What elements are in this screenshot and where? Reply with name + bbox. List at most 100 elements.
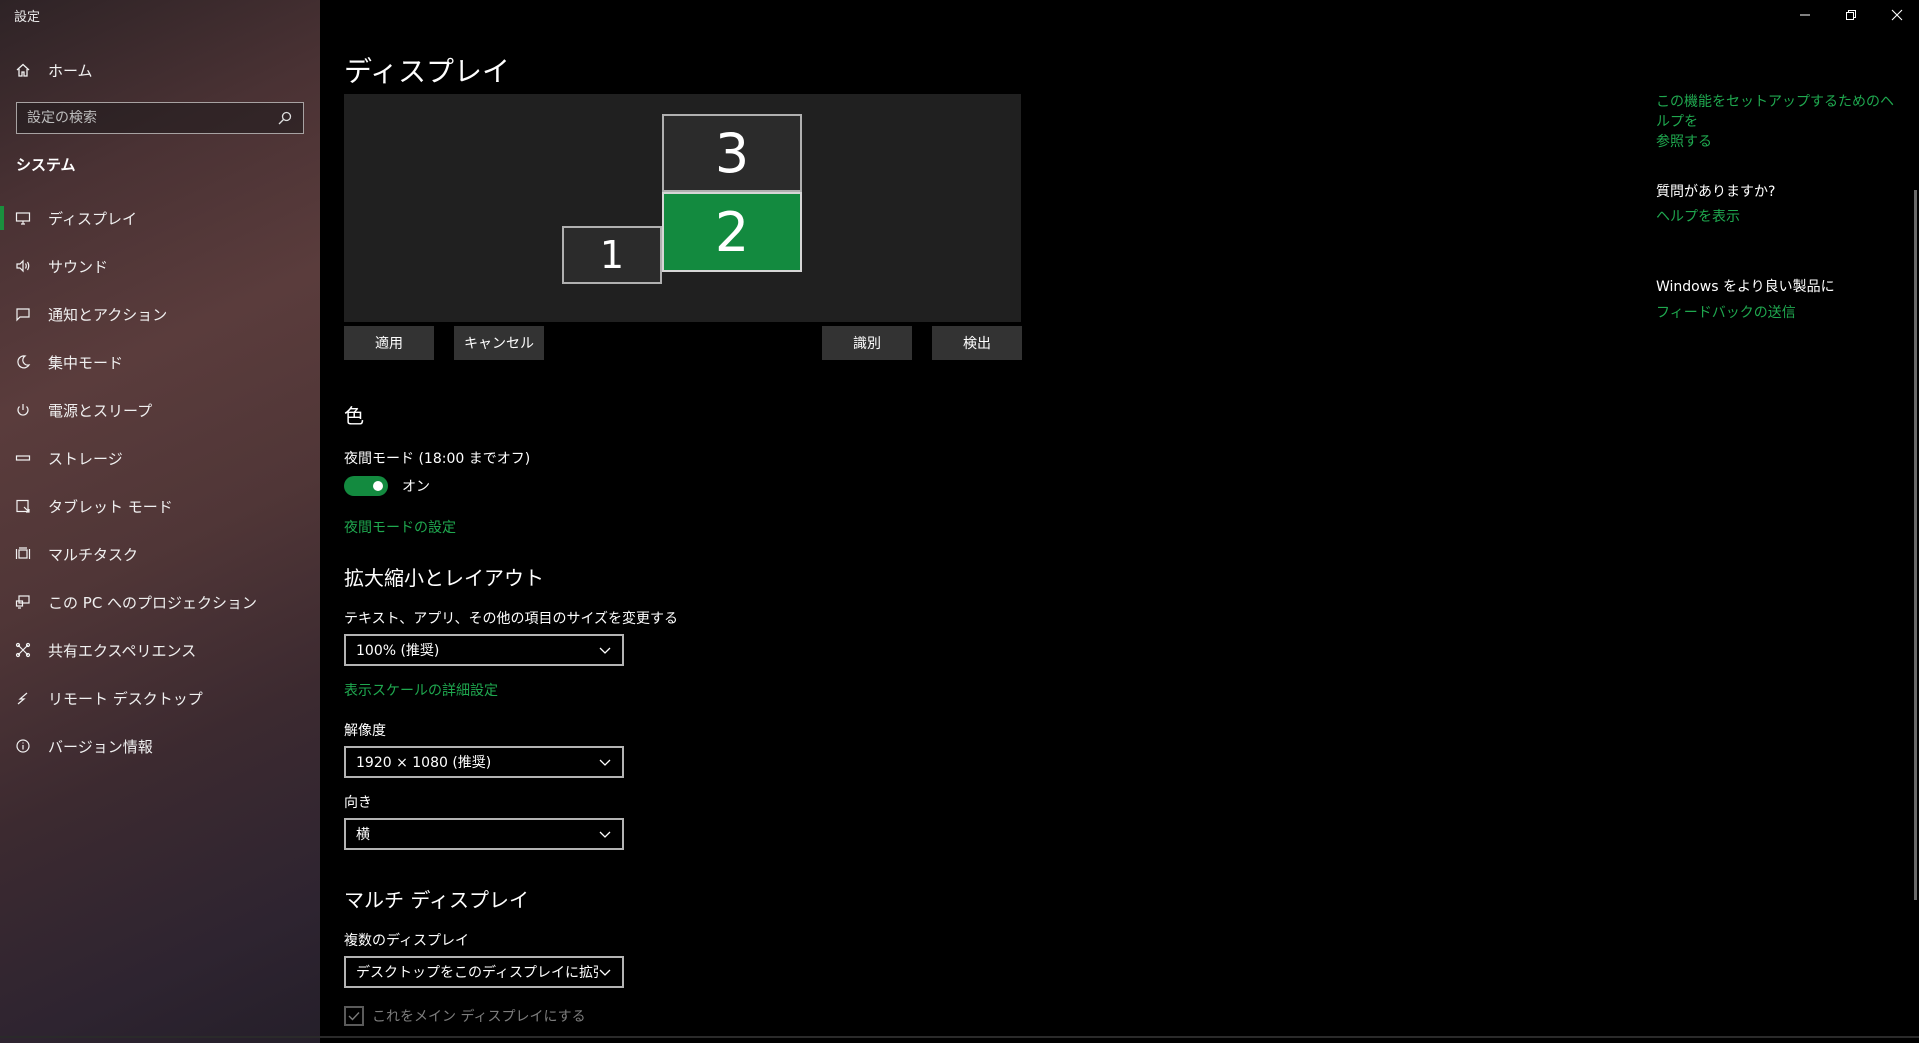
home-nav-item[interactable]: ホーム xyxy=(14,58,93,82)
night-light-toggle[interactable] xyxy=(344,476,388,496)
night-light-state: オン xyxy=(402,479,430,495)
orientation-dropdown-value: 横 xyxy=(356,827,370,843)
sidebar-item-notifications[interactable]: 通知とアクション xyxy=(0,290,320,338)
minimize-icon xyxy=(1799,6,1811,25)
chevron-down-icon xyxy=(598,827,612,841)
monitor-tile-3[interactable]: 3 xyxy=(662,114,802,192)
night-light-settings-link[interactable]: 夜間モードの設定 xyxy=(344,517,456,537)
main-display-label: これをメイン ディスプレイにする xyxy=(372,1009,586,1025)
monitor-tile-1[interactable]: 1 xyxy=(562,226,662,284)
moon-icon xyxy=(14,353,32,371)
sidebar-item-remote-desktop[interactable]: リモート デスクトップ xyxy=(0,674,320,722)
question-heading: 質問がありますか? xyxy=(1656,184,1776,200)
main-display-checkbox[interactable] xyxy=(344,1006,364,1026)
projection-icon xyxy=(14,593,32,611)
multiple-displays-dropdown-value: デスクトップをこのディスプレイに拡張する xyxy=(356,965,598,981)
sidebar-item-about[interactable]: バージョン情報 xyxy=(0,722,320,770)
color-heading: 色 xyxy=(344,404,364,428)
chevron-down-icon xyxy=(598,965,612,979)
display-arrangement-area[interactable]: 3 2 1 xyxy=(344,94,1021,322)
main-content: ディスプレイ 3 2 1 適用 キャンセル 識別 検出 色 夜間モード (18:… xyxy=(320,0,1919,1043)
cancel-button[interactable]: キャンセル xyxy=(454,326,544,360)
multitask-icon xyxy=(14,545,32,563)
sidebar-item-label: 集中モード xyxy=(48,353,124,372)
setup-help-link-line1: この機能をセットアップするためのヘルプを xyxy=(1656,94,1894,130)
close-button[interactable] xyxy=(1874,0,1919,30)
sidebar-item-power-sleep[interactable]: 電源とスリープ xyxy=(0,386,320,434)
storage-icon xyxy=(14,449,32,467)
restore-icon xyxy=(1845,6,1857,25)
sidebar-item-label: タブレット モード xyxy=(48,497,173,516)
sidebar-nav-list: ディスプレイ サウンド 通知とアクション 集中モード 電源とスリープ ストレージ… xyxy=(0,194,320,770)
toggle-knob xyxy=(373,481,383,491)
message-icon xyxy=(14,305,32,323)
sidebar-item-multitasking[interactable]: マルチタスク xyxy=(0,530,320,578)
sidebar-item-label: リモート デスクトップ xyxy=(48,689,203,708)
monitor-icon xyxy=(14,209,32,227)
scale-dropdown-value: 100% (推奨) xyxy=(356,643,440,659)
app-title: 設定 xyxy=(14,10,41,25)
sidebar-item-label: ディスプレイ xyxy=(48,209,137,228)
sidebar-item-display[interactable]: ディスプレイ xyxy=(0,194,320,242)
scale-dropdown[interactable]: 100% (推奨) xyxy=(344,634,624,666)
get-help-link[interactable]: ヘルプを表示 xyxy=(1656,207,1740,227)
orientation-dropdown[interactable]: 横 xyxy=(344,818,624,850)
resolution-dropdown-value: 1920 × 1080 (推奨) xyxy=(356,755,492,771)
monitor-number: 2 xyxy=(714,200,750,264)
multiple-displays-dropdown[interactable]: デスクトップをこのディスプレイに拡張する xyxy=(344,956,624,988)
monitor-number: 3 xyxy=(714,121,750,185)
sidebar-item-shared-experiences[interactable]: 共有エクスペリエンス xyxy=(0,626,320,674)
sidebar-item-label: この PC へのプロジェクション xyxy=(48,593,258,612)
shared-icon xyxy=(14,641,32,659)
main-display-checkbox-row: これをメイン ディスプレイにする xyxy=(344,1006,586,1026)
feedback-heading: Windows をより良い製品に xyxy=(1656,279,1835,295)
sidebar-item-label: 通知とアクション xyxy=(48,305,168,324)
restore-button[interactable] xyxy=(1828,0,1874,30)
remote-icon xyxy=(14,689,32,707)
sidebar-item-label: 電源とスリープ xyxy=(48,401,153,420)
send-feedback-link[interactable]: フィードバックの送信 xyxy=(1656,303,1796,323)
multi-display-heading: マルチ ディスプレイ xyxy=(344,888,529,912)
home-icon xyxy=(14,61,32,79)
monitor-number: 1 xyxy=(599,233,625,277)
info-icon xyxy=(14,737,32,755)
home-label: ホーム xyxy=(48,61,93,80)
sidebar-item-focus-assist[interactable]: 集中モード xyxy=(0,338,320,386)
search-icon[interactable] xyxy=(277,110,293,126)
setup-help-link[interactable]: この機能をセットアップするためのヘルプを 参照する xyxy=(1656,92,1896,152)
sidebar-item-sound[interactable]: サウンド xyxy=(0,242,320,290)
apply-button[interactable]: 適用 xyxy=(344,326,434,360)
sidebar-item-label: バージョン情報 xyxy=(48,737,153,756)
sidebar-item-projection[interactable]: この PC へのプロジェクション xyxy=(0,578,320,626)
resolution-label: 解像度 xyxy=(344,723,386,739)
chevron-down-icon xyxy=(598,755,612,769)
sidebar-item-tablet-mode[interactable]: タブレット モード xyxy=(0,482,320,530)
scale-layout-heading: 拡大縮小とレイアウト xyxy=(344,566,544,590)
sidebar-item-label: 共有エクスペリエンス xyxy=(48,641,197,660)
settings-search-box[interactable] xyxy=(16,102,304,134)
minimize-button[interactable] xyxy=(1782,0,1828,30)
advanced-scaling-link[interactable]: 表示スケールの詳細設定 xyxy=(344,680,498,700)
settings-search-input[interactable] xyxy=(27,110,277,126)
sidebar-item-label: マルチタスク xyxy=(48,545,139,564)
tablet-icon xyxy=(14,497,32,515)
setup-help-link-line2: 参照する xyxy=(1656,134,1712,150)
vertical-scrollbar[interactable] xyxy=(1914,190,1917,900)
resolution-dropdown[interactable]: 1920 × 1080 (推奨) xyxy=(344,746,624,778)
identify-button[interactable]: 識別 xyxy=(822,326,912,360)
scale-size-label: テキスト、アプリ、その他の項目のサイズを変更する xyxy=(344,611,679,627)
sidebar-item-label: サウンド xyxy=(48,257,109,276)
night-light-label: 夜間モード (18:00 までオフ) xyxy=(344,451,531,467)
speaker-icon xyxy=(14,257,32,275)
power-icon xyxy=(14,401,32,419)
multiple-displays-label: 複数のディスプレイ xyxy=(344,933,470,949)
section-heading-system: システム xyxy=(16,156,76,174)
page-title: ディスプレイ xyxy=(344,55,511,88)
detect-button[interactable]: 検出 xyxy=(932,326,1022,360)
orientation-label: 向き xyxy=(344,795,372,811)
sidebar-item-storage[interactable]: ストレージ xyxy=(0,434,320,482)
chevron-down-icon xyxy=(598,643,612,657)
sidebar: 設定 ホーム システム ディスプレイ サウンド 通知とアクション 集中モード xyxy=(0,0,320,1043)
monitor-tile-2[interactable]: 2 xyxy=(662,192,802,272)
night-light-toggle-row: オン xyxy=(344,476,430,496)
